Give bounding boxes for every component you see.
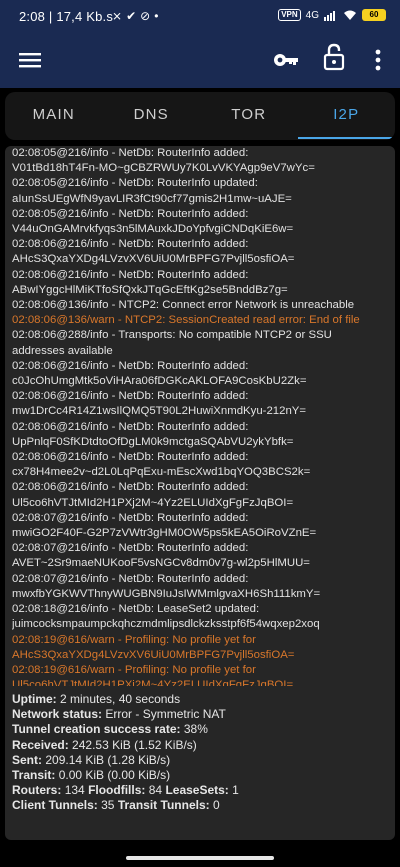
navigation-bar: [0, 840, 400, 867]
eye-off-icon: ⊘: [140, 9, 151, 23]
status-right-icons: VPN 4G 60: [278, 9, 386, 21]
stat-value: 1: [232, 783, 239, 798]
log-line: 02:08:06@136/info - NTCP2: Connect error…: [12, 299, 355, 312]
log-line: 02:08:06@216/info - NetDb: RouterInfo ad…: [12, 359, 249, 372]
wifi-icon: [344, 10, 356, 20]
log-line: AHcS3QxaYXDg4LVzvXV6UiU0MrBPFG7Pvjll5osf…: [12, 253, 295, 266]
menu-icon[interactable]: [18, 48, 42, 72]
stat-label: Received:: [12, 737, 69, 752]
stat-label: LeaseSets:: [165, 783, 229, 798]
log-line: 02:08:06@216/info - NetDb: RouterInfo ad…: [12, 390, 249, 403]
mute-icon: ⨯: [112, 9, 123, 23]
log-line: 02:08:18@216/info - NetDb: LeaseSet2 upd…: [12, 603, 260, 616]
network-speed: 17,4 Kb.s: [56, 9, 114, 24]
log-line: mwiGO2F40F-G2P7zVWtr3gHM0OW5ps5kEA5OiRoV…: [12, 527, 317, 540]
log-line: ABwIYggcHlMiKTfoSfQxkJTqGcEftKg2se5BnddB…: [12, 283, 288, 296]
signal-icon: [324, 11, 335, 21]
log-line: mw1DrCc4R14Z1wsIlQMQ5T90L2HuwiXnmdKyu-21…: [12, 405, 307, 418]
more-vertical-icon[interactable]: [368, 47, 388, 73]
check-circle-icon: ✔: [126, 9, 137, 23]
network-type: 4G: [305, 9, 319, 21]
log-line: 02:08:06@216/info - NetDb: RouterInfo ad…: [12, 451, 249, 464]
log-line: 02:08:05@216/info - NetDb: RouterInfo ad…: [12, 207, 249, 220]
stat-row: Uptime: 2 minutes, 40 seconds: [12, 692, 392, 707]
stat-value: 35: [101, 798, 115, 813]
stat-value: 0.00 KiB (0.00 KiB/s): [58, 768, 171, 783]
stat-row: Received: 242.53 KiB (1.52 KiB/s): [12, 738, 392, 753]
tab-main[interactable]: MAIN: [5, 92, 103, 140]
log-line: c0JcOhUmgMtk5oViHAra06fDGKcAKLOFA9CosKbU…: [12, 375, 307, 388]
log-line: Ul5co6hVTJtMId2H1PXj2M~4Yz2ELUIdXgFgFzJq…: [12, 679, 294, 686]
key-icon[interactable]: [273, 48, 299, 72]
tab-tor[interactable]: TOR: [200, 92, 298, 140]
stat-label: Routers:: [12, 783, 62, 798]
log-line: 02:08:19@616/warn - Profiling: No profil…: [12, 663, 256, 676]
tab-dns[interactable]: DNS: [103, 92, 201, 140]
system-status-bar: 2:08 | 17,4 Kb.s ⨯ ✔ ⊘ • VPN 4G 60: [0, 0, 400, 34]
log-line: juimcocksmpaumpckqhczmdmlipsdlckzksstpf6…: [12, 618, 320, 631]
clock-text: 2:08: [19, 9, 46, 24]
stat-label: Uptime:: [12, 692, 57, 706]
stat-row: Network status: Error - Symmetric NAT: [12, 707, 392, 722]
stat-label: Client Tunnels:: [12, 798, 98, 813]
app-bar: [0, 34, 400, 88]
tab-i2p[interactable]: I2P: [297, 92, 396, 140]
stat-value: Error - Symmetric NAT: [105, 707, 226, 722]
log-line: 02:08:06@136/warn - NTCP2: SessionCreate…: [12, 314, 360, 327]
log-line: aIunSsUEgWfN9yavLIR3fCt90cf77gmis2H1mw~u…: [12, 192, 292, 205]
log-line: 02:08:06@216/info - NetDb: RouterInfo ad…: [12, 481, 249, 494]
stat-row: Client Tunnels: 35 Transit Tunnels: 0: [12, 798, 392, 813]
stat-label: Sent:: [12, 752, 42, 767]
stat-row: Routers: 134 Floodfills: 84 LeaseSets: 1: [12, 783, 392, 798]
log-line: Ul5co6hVTJtMId2H1PXj2M~4Yz2ELUIdXgFgFzJq…: [12, 496, 294, 509]
log-line: V44uOnGAMrvkfyqs3n5lMAuxkJDoYpfvgiCNDqKi…: [12, 223, 294, 236]
lock-open-icon[interactable]: [323, 43, 345, 71]
stat-row: Tunnel creation success rate: 38%: [12, 722, 392, 737]
vpn-icon: VPN: [278, 9, 301, 21]
log-line: 02:08:05@216/info - NetDb: RouterInfo up…: [12, 177, 258, 190]
stat-row: Transit: 0.00 KiB (0.00 KiB/s): [12, 768, 392, 783]
log-line: UpPnlqF0SfKDtdtoOfDgLM0k9mctgaSQAbVU2ykY…: [12, 435, 294, 448]
stat-value: 0: [212, 798, 220, 813]
log-line: AVET~2Sr9maeNUKooF5vsNGCv8dm0v7g-wl2p5Hl…: [12, 557, 310, 570]
tab-bar: MAIN DNS TOR I2P: [5, 92, 395, 140]
stat-value: 242.53 KiB (1.52 KiB/s): [72, 737, 197, 752]
battery-icon: 60: [362, 9, 386, 21]
home-indicator[interactable]: [126, 856, 274, 860]
log-line: 02:08:06@288/info - Transports: No compa…: [12, 329, 332, 342]
stat-label: Network status:: [12, 707, 103, 722]
status-time: 2:08 | 17,4 Kb.s: [19, 9, 114, 24]
log-line: 02:08:07@216/info - NetDb: RouterInfo ad…: [12, 511, 249, 524]
stat-label: Transit:: [12, 768, 56, 783]
stat-row: Sent: 209.14 KiB (1.28 KiB/s): [12, 753, 392, 768]
stat-value: 84: [148, 783, 163, 798]
log-line: addresses available: [12, 344, 113, 357]
log-view[interactable]: 02:08:05@216/info - NetDb: RouterInfo ad…: [12, 146, 392, 686]
log-line: 02:08:19@616/warn - Profiling: No profil…: [12, 633, 256, 646]
log-line: 02:08:07@216/info - NetDb: RouterInfo ad…: [12, 542, 249, 555]
stat-value: 209.14 KiB (1.28 KiB/s): [45, 752, 171, 767]
log-line: V01tBd18hT4Fn-MO~gCBZRWUy7K0LvVKYAgp9eV7…: [12, 162, 315, 175]
stat-label: Tunnel creation success rate:: [12, 722, 181, 737]
stat-value: 2 minutes, 40 seconds: [60, 692, 181, 706]
dot-icon: •: [154, 9, 159, 23]
log-line: 02:08:05@216/info - NetDb: RouterInfo ad…: [12, 147, 249, 159]
log-line: AHcS3QxaYXDg4LVzvXV6UiU0MrBPFG7Pvjll5osf…: [12, 648, 295, 661]
log-line: 02:08:06@216/info - NetDb: RouterInfo ad…: [12, 420, 249, 433]
i2p-panel: 02:08:05@216/info - NetDb: RouterInfo ad…: [5, 146, 395, 840]
stat-value: 134: [64, 783, 85, 798]
log-line: 02:08:06@216/info - NetDb: RouterInfo ad…: [12, 238, 249, 251]
log-line: cx78H4mee2v~d2L0LqPqExu-mEscXwd1bqYOQ3BC…: [12, 466, 311, 479]
log-line: mwxfbYGKWVThnyWUGBN9IuJsIWMmlgvaXH6Sh111…: [12, 587, 321, 600]
log-line: 02:08:07@216/info - NetDb: RouterInfo ad…: [12, 572, 249, 585]
stat-label: Floodfills:: [88, 783, 146, 798]
stat-label: Transit Tunnels:: [117, 798, 210, 813]
log-line: 02:08:06@216/info - NetDb: RouterInfo ad…: [12, 268, 249, 281]
notification-icons: ⨯ ✔ ⊘ •: [112, 9, 158, 23]
stat-value: 38%: [183, 722, 208, 737]
stats-section: Uptime: 2 minutes, 40 seconds Network sta…: [12, 692, 392, 814]
